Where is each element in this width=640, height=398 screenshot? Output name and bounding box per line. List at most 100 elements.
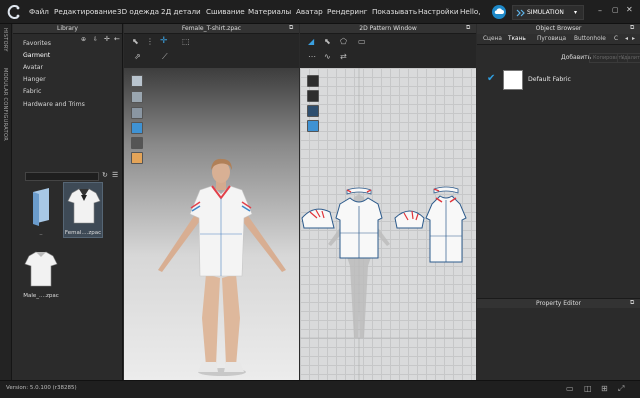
- chevron-left-icon[interactable]: ◂: [625, 35, 628, 42]
- tab-scene[interactable]: Сцена: [483, 36, 502, 42]
- library-item-avatar[interactable]: Avatar: [23, 64, 43, 71]
- simulation-label: SIMULATION: [527, 9, 564, 16]
- add-button[interactable]: Добавить: [561, 54, 591, 61]
- tab-fabric[interactable]: Ткань: [508, 36, 526, 42]
- menu-2d-pattern[interactable]: 2Д детали: [161, 7, 201, 16]
- measure-tool-icon[interactable]: ⟋: [162, 52, 168, 62]
- cloud-icon[interactable]: [492, 5, 506, 19]
- library-panel: Library ⊕ ⇩ ✛ ← Favorites Garment Avatar…: [13, 24, 123, 380]
- menu-materials[interactable]: Материалы: [248, 7, 291, 16]
- menu-settings[interactable]: Настройки: [418, 7, 459, 16]
- view2d-titlebar: 2D Pattern Window ⧉: [300, 24, 476, 34]
- layout-single-icon[interactable]: ▭: [566, 384, 574, 393]
- view2d-canvas[interactable]: [300, 68, 476, 380]
- transform-tool-icon[interactable]: ✛: [160, 36, 168, 46]
- tshirt-icon: [24, 251, 58, 287]
- library-item-fabric[interactable]: Fabric: [23, 88, 41, 95]
- download-icon[interactable]: ⇩: [93, 36, 98, 43]
- fabric-display-icon[interactable]: [131, 122, 143, 134]
- library-item-favorites[interactable]: Favorites: [23, 40, 51, 47]
- object-browser-title: Object Browser: [535, 25, 582, 32]
- checkmark-icon[interactable]: ✔: [487, 73, 495, 84]
- file-tile-male-tshirt[interactable]: Male_....zpac: [21, 246, 61, 302]
- rectangle-icon[interactable]: ▭: [358, 37, 366, 46]
- polygon-icon[interactable]: ⬠: [340, 37, 347, 46]
- menu-edit[interactable]: Редактирование: [54, 7, 117, 16]
- undock-icon[interactable]: ⧉: [630, 24, 634, 32]
- transform-pattern-icon[interactable]: ◢: [308, 37, 314, 46]
- chevron-down-icon: ▾: [574, 9, 578, 16]
- file-label: Femal....zpac: [64, 230, 102, 236]
- add-folder-icon[interactable]: ⊕: [81, 36, 86, 43]
- maximize-icon[interactable]: ▢: [612, 6, 619, 14]
- tshirt-icon: [67, 188, 101, 224]
- view2d-toolbar: ◢ ⬉ ⬠ ▭ ⋯ ∿ ⇄: [300, 34, 476, 68]
- fabric-list-item[interactable]: ✔ Default Fabric: [485, 70, 635, 92]
- modular-configurator-tab[interactable]: MODULAR CONFIGURATOR: [2, 68, 8, 141]
- view3d-title: Female_T-shirt.zpac: [181, 25, 242, 32]
- pattern-layout: [300, 68, 476, 380]
- undock-icon[interactable]: ⧉: [289, 24, 293, 32]
- avatar-model[interactable]: [144, 158, 294, 380]
- refresh-icon[interactable]: ↻: [102, 171, 108, 179]
- minimize-icon[interactable]: –: [598, 6, 602, 15]
- segment-sewing-icon[interactable]: ⋯: [308, 52, 316, 61]
- file-tile-parent-folder[interactable]: ..: [21, 184, 61, 240]
- check-sewing-icon[interactable]: ⇄: [340, 52, 347, 61]
- library-item-hanger[interactable]: Hanger: [23, 76, 46, 83]
- avatar-display-icon[interactable]: [131, 75, 143, 87]
- garment-display-icon[interactable]: [131, 91, 143, 103]
- menu-bar: Файл Редактирование 3D одежда 2Д детали …: [0, 0, 640, 24]
- side-strip: HISTORY MODULAR CONFIGURATOR: [0, 24, 12, 380]
- layout-grid-icon[interactable]: ⊞: [601, 384, 608, 393]
- simulation-button[interactable]: SIMULATION ▾: [512, 5, 584, 20]
- undock-icon[interactable]: ⧉: [466, 24, 470, 32]
- fullscreen-icon[interactable]: ⤢: [618, 384, 624, 394]
- file-tile-female-tshirt[interactable]: Femal....zpac: [63, 182, 103, 238]
- view3d-toolbar: ⬉ ⋮ ✛ ⬚ ⇗ ⟋: [124, 34, 299, 68]
- object-browser-toolbar: Добавить Копировать Удалить: [477, 52, 640, 64]
- menu-render[interactable]: Рендеринг: [327, 7, 368, 16]
- menu-3d-garment[interactable]: 3D одежда: [117, 7, 159, 16]
- menu-display[interactable]: Показывать: [372, 7, 417, 16]
- version-text: Version: 5.0.100 (r38285): [6, 385, 77, 391]
- camera-icon[interactable]: [131, 137, 143, 149]
- clo-logo-icon[interactable]: [6, 4, 22, 20]
- delete-button[interactable]: Удалить: [617, 53, 640, 63]
- user-greeting[interactable]: Hello,: [460, 7, 481, 16]
- view3d-titlebar: Female_T-shirt.zpac ⧉: [124, 24, 299, 34]
- folder-icon: [33, 188, 49, 226]
- library-title: Library: [13, 24, 122, 34]
- history-tab[interactable]: HISTORY: [2, 28, 8, 52]
- library-item-garment[interactable]: Garment: [23, 52, 50, 59]
- chevron-right-icon[interactable]: ▸: [632, 35, 635, 42]
- pin-tool-icon[interactable]: ⋮: [146, 37, 154, 46]
- layout-split-icon[interactable]: ◫: [584, 384, 592, 393]
- menu-sewing[interactable]: Сшивание: [206, 7, 245, 16]
- avatar-skin-icon[interactable]: [131, 152, 143, 164]
- status-bar: Version: 5.0.100 (r38285) ▭ ◫ ⊞ ⤢: [0, 380, 640, 398]
- back-icon[interactable]: ←: [114, 35, 120, 43]
- view3d-canvas[interactable]: [124, 68, 299, 380]
- fold-tool-icon[interactable]: ⇗: [134, 52, 141, 61]
- tab-button[interactable]: Пуговица: [537, 36, 566, 42]
- edit-pattern-icon[interactable]: ⬉: [324, 37, 331, 46]
- view-mode-icon[interactable]: ☰: [112, 171, 118, 179]
- close-icon[interactable]: ✕: [626, 5, 633, 14]
- menu-file[interactable]: Файл: [29, 7, 49, 16]
- tab-buttonhole[interactable]: Buttonhole: [574, 36, 606, 42]
- library-item-hardware[interactable]: Hardware and Trims: [23, 101, 85, 108]
- menu-avatar[interactable]: Аватар: [296, 7, 323, 16]
- texture-display-icon[interactable]: [131, 107, 143, 119]
- tab-more[interactable]: С: [614, 36, 618, 42]
- pin-icon[interactable]: ✛: [104, 35, 110, 43]
- fabric-name: Default Fabric: [528, 76, 571, 83]
- select-move-icon[interactable]: ⬉: [132, 37, 139, 46]
- library-search-input[interactable]: [25, 172, 99, 181]
- fabric-list: ✔ Default Fabric: [477, 66, 640, 296]
- object-browser-titlebar: Object Browser ⧉: [477, 24, 640, 34]
- undock-icon[interactable]: ⧉: [630, 299, 634, 307]
- property-editor-content: [477, 308, 640, 380]
- free-sewing-icon[interactable]: ∿: [324, 52, 331, 61]
- box-select-icon[interactable]: ⬚: [182, 37, 190, 46]
